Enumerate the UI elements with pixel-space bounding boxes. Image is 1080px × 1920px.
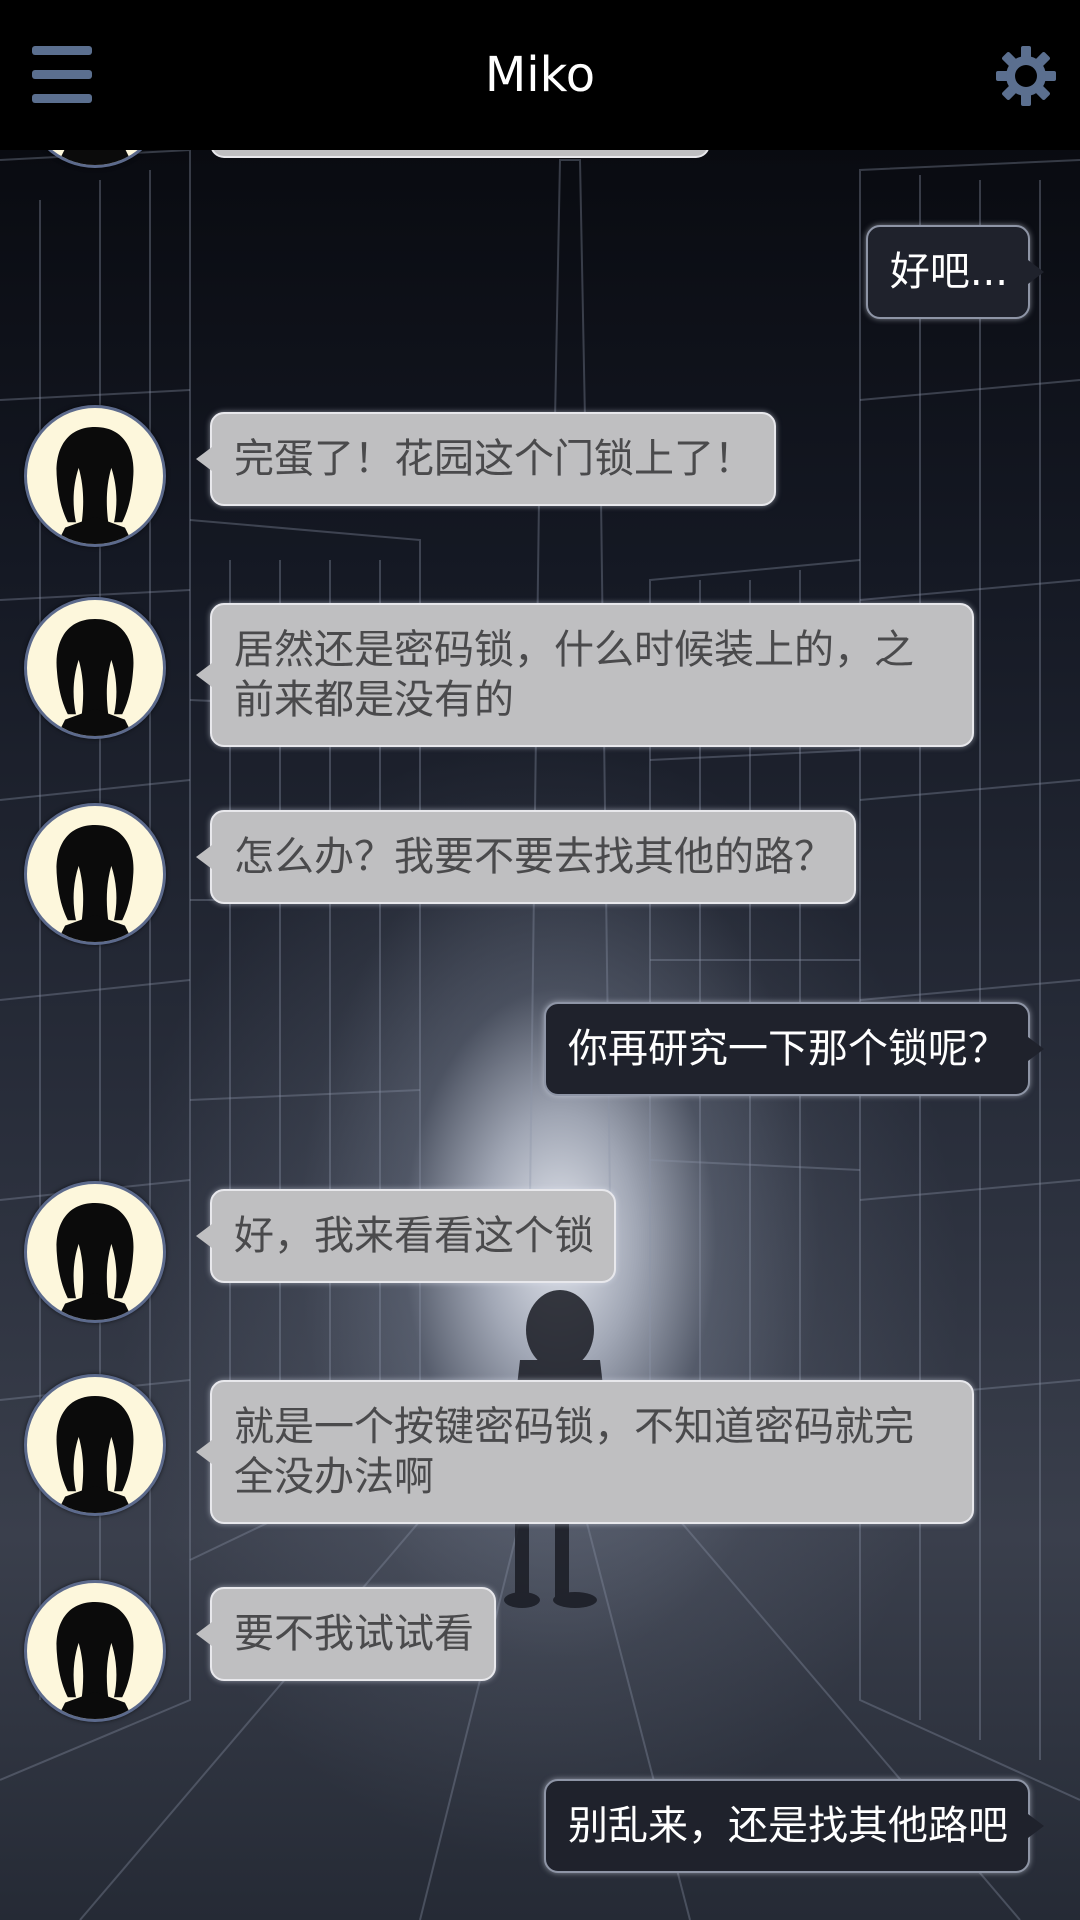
miko-avatar[interactable] — [24, 1580, 166, 1722]
message-bubble-received[interactable]: 完蛋了！花园这个门锁上了！ — [196, 412, 776, 506]
message-bubble-received[interactable]: 就是一个按键密码锁，不知道密码就完全没办法啊 — [196, 1380, 974, 1524]
gear-icon[interactable] — [994, 44, 1058, 108]
message-bubble-sent[interactable]: 你再研究一下那个锁呢？ — [544, 1002, 1044, 1096]
chat-header: Miko — [0, 0, 1080, 150]
message-bubble-received[interactable]: 要不我试试看 — [196, 1587, 496, 1681]
message-bubble-received[interactable]: 居然还是密码锁，什么时候装上的，之前来都是没有的 — [196, 603, 974, 747]
miko-avatar[interactable] — [24, 1181, 166, 1323]
message-bubble-received[interactable]: 怎么办？我要不要去找其他的路？ — [196, 810, 856, 904]
miko-avatar[interactable] — [24, 803, 166, 945]
message-bubble-received[interactable]: 好，我来看看这个锁 — [196, 1189, 616, 1283]
chat-screen: Miko 好吧... 完蛋了！花园这个门锁上了！ 居然还是密码锁，什么时候装上的… — [0, 0, 1080, 1920]
miko-avatar[interactable] — [24, 1374, 166, 1516]
miko-avatar[interactable] — [24, 597, 166, 739]
message-bubble-sent[interactable]: 好吧... — [865, 225, 1045, 319]
message-bubble-sent[interactable]: 别乱来，还是找其他路吧 — [544, 1779, 1044, 1873]
miko-avatar[interactable] — [24, 405, 166, 547]
hamburger-menu-icon[interactable] — [32, 46, 92, 104]
chat-title: Miko — [484, 47, 596, 103]
